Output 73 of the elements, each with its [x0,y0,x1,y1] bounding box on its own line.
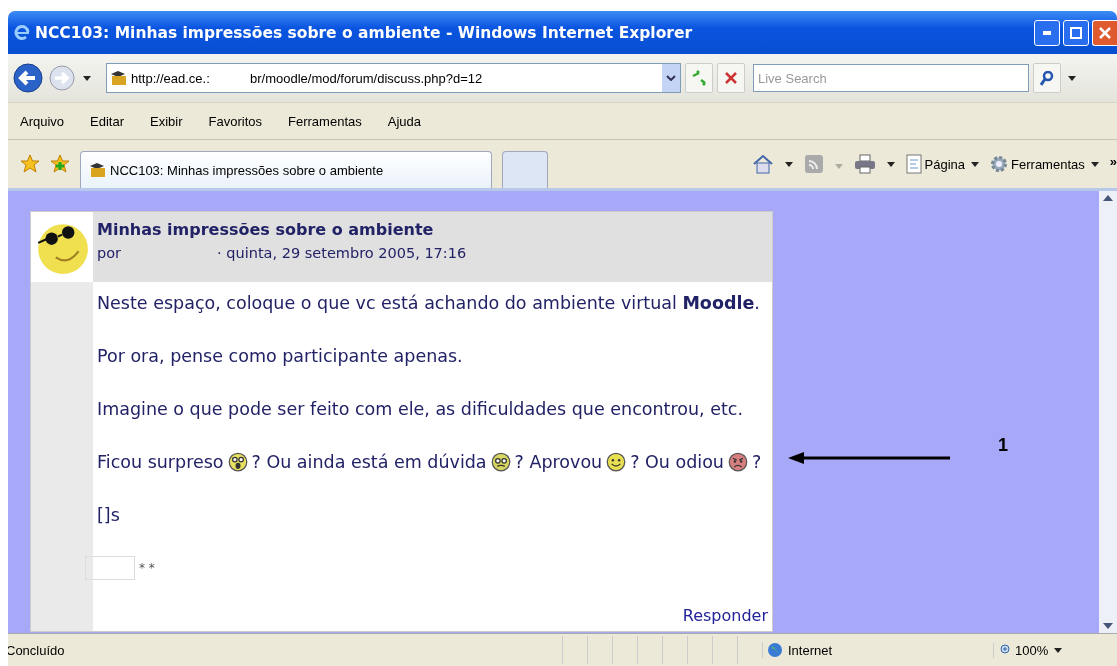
surprised-face-icon [227,452,248,472]
page-icon [905,154,922,174]
message-text: Imagine o que pode ser feito com ele, as dificuldades que encontrou, etc. [97,399,743,419]
url-text: br/moodle/mod/forum/discuss.php?d=12 [250,70,484,86]
confused-face-icon [490,452,511,472]
menu-item[interactable]: Ferramentas [288,113,362,129]
search-icon [1040,70,1054,86]
vertical-scrollbar[interactable] [1099,191,1117,633]
globe-icon [767,642,783,658]
close-icon [1099,26,1111,39]
refresh-button[interactable] [685,63,713,93]
site-icon [89,162,107,178]
back-button[interactable] [12,62,44,94]
zoom-button[interactable]: 100% [993,642,1066,658]
message-text: ? Ou odiou [630,452,724,472]
browser-logo-icon [14,23,32,42]
signature-text: * * [139,561,155,575]
caret-icon[interactable] [971,161,980,167]
message-text: Ficou surpreso [97,452,224,472]
home-icon[interactable] [751,154,774,174]
caret-icon[interactable] [784,161,793,167]
dropdown-button[interactable] [662,64,680,92]
tab[interactable]: NCC103: Minhas impressões sobre o ambiente [80,151,493,188]
reply-link[interactable]: Responder [682,606,768,625]
address-field[interactable]: http://ead.ce.: br/moodle/mod/forum/discuss.php?d=12 [106,63,681,93]
post-date: · quinta, 29 setembro 2005, 17:16 [217,245,467,261]
message-text: []s [97,505,120,525]
cross-icon [725,72,737,84]
window-title: NCC103: Minhas impressões sobre o ambiente - Windows Internet Explorer [35,23,694,42]
frowning-face-icon [727,452,748,472]
minimize-button[interactable] [1034,19,1060,46]
zoom-icon [1000,644,1012,656]
scroll-up-arrow-icon [1103,195,1113,201]
page-menu-button[interactable]: Página [905,154,983,174]
search-button[interactable] [1033,63,1061,93]
zone-text: Internet [788,642,833,658]
signature-placeholder [85,556,135,580]
add-favorite-icon[interactable] [50,154,70,174]
close-button[interactable] [1092,19,1117,46]
site-icon [110,70,128,86]
message-text: ? Aprovou [514,452,603,472]
menu-item[interactable]: Editar [90,113,125,129]
tools-menu-button[interactable]: Ferramentas [990,155,1102,173]
message-text: Por ora, pense como participante apenas. [97,346,463,366]
caret-icon[interactable] [886,161,895,167]
message-text: ? Ou ainda está em dúvida [251,452,487,472]
maximize-button[interactable] [1063,19,1089,46]
printer-icon[interactable] [853,154,876,174]
url-text: http://ead.ce.: [131,70,211,86]
annotation-label: 1 [998,435,1008,456]
refresh-arrows-icon [691,70,707,86]
chevron-down-icon [666,75,676,81]
overflow-button[interactable]: » [1109,154,1117,169]
smiley-icon [606,452,627,472]
caret-icon[interactable] [83,75,91,81]
star-icon[interactable] [20,154,40,174]
minimize-icon [1043,30,1051,35]
menu-item[interactable]: Favoritos [208,113,263,129]
gear-icon [990,155,1009,173]
caret-icon[interactable] [1068,75,1076,81]
stop-button[interactable] [717,63,745,93]
menu-item[interactable]: Arquivo [20,113,65,129]
menu-item[interactable]: Ajuda [387,113,421,129]
search-field[interactable]: Live Search [753,64,1029,92]
post-subject: Minhas impressões sobre o ambiente [97,220,435,239]
message-text: ? [751,452,762,472]
caret-icon[interactable] [1054,647,1063,653]
message-text: Neste espaço, coloque o que vc está achando do ambiente virtual Moodle. [97,293,760,313]
maximize-icon [1070,26,1082,39]
menu-item[interactable]: Exibir [150,113,183,129]
scroll-down-arrow-icon [1103,623,1113,629]
author-label: por [97,245,122,261]
caret-icon[interactable] [1090,161,1099,167]
